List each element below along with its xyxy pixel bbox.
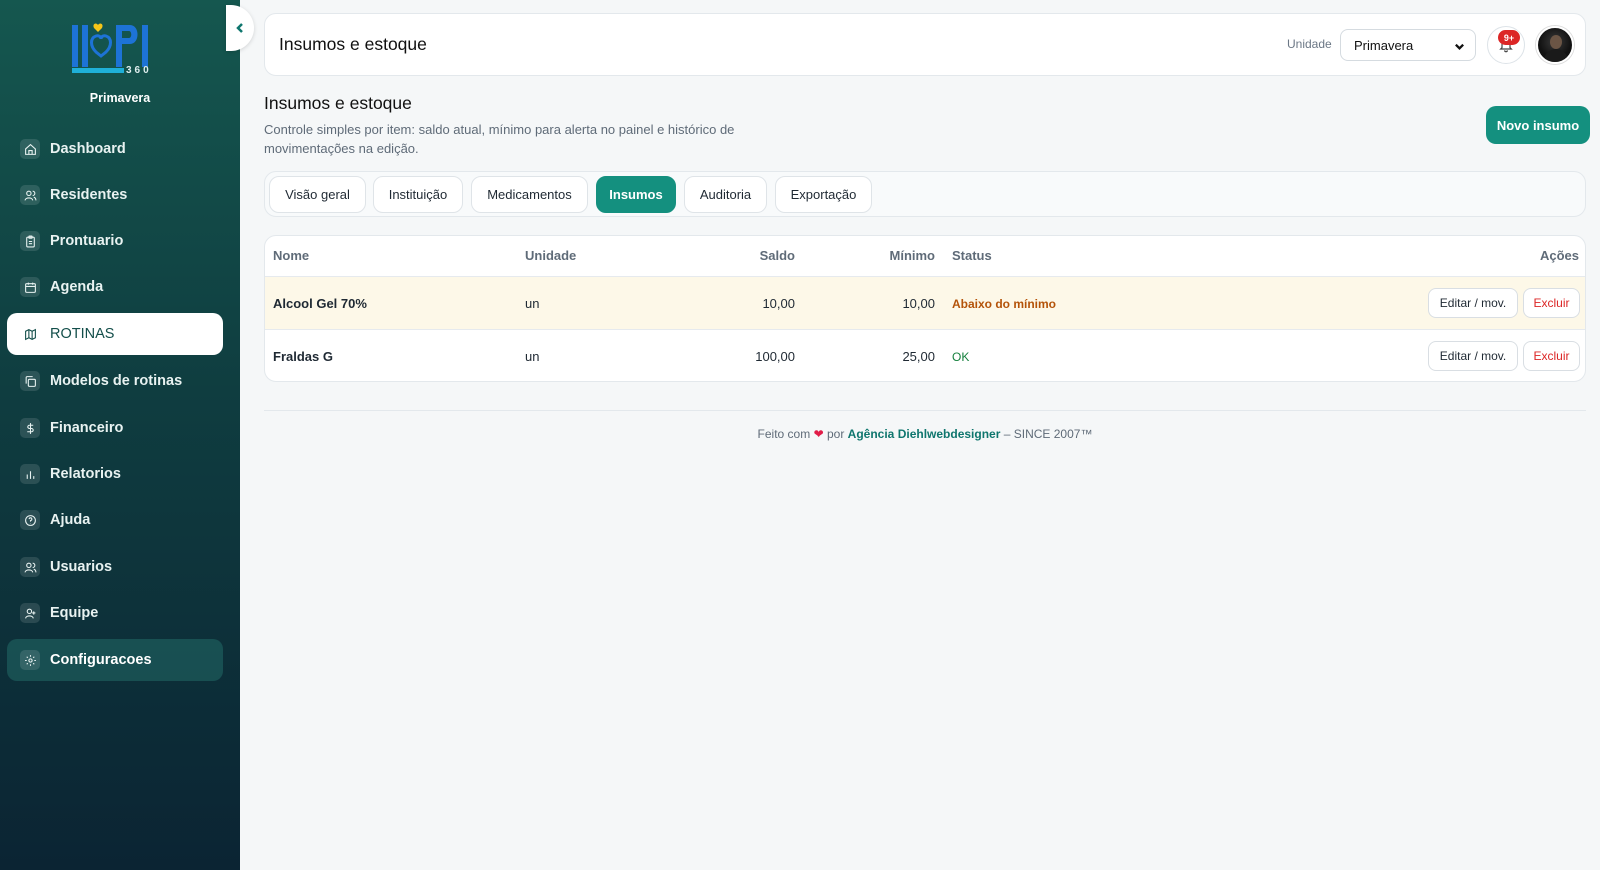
sidebar-item-label: Ajuda — [50, 512, 91, 528]
user-avatar[interactable] — [1536, 26, 1574, 64]
sidebar-item-label: Usuarios — [50, 559, 113, 575]
sidebar-item-label: Dashboard — [50, 141, 126, 157]
column-header-minimo: Mínimo — [889, 248, 936, 263]
edit-movement-button[interactable]: Editar / mov. — [1428, 341, 1518, 371]
tab-medicamentos[interactable]: Medicamentos — [471, 176, 588, 213]
sidebar-item-label: ROTINAS — [50, 326, 115, 342]
supplies-table: Nome Unidade Saldo Mínimo Status Ações A… — [264, 235, 1586, 382]
page-title: Insumos e estoque — [264, 93, 412, 113]
footer-agency-link[interactable]: Agência Diehlwebdesigner — [848, 427, 1001, 441]
cell-nome: Alcool Gel 70% — [273, 296, 367, 311]
sidebar-item-prontuario[interactable]: Prontuario — [7, 220, 223, 262]
cell-unidade: un — [525, 296, 540, 311]
cell-saldo: 100,00 — [755, 349, 795, 364]
logo-digits: 360 — [126, 65, 152, 76]
sidebar-item-usuarios[interactable]: Usuarios — [7, 546, 223, 588]
sidebar-collapse-button[interactable] — [226, 5, 254, 51]
copy-icon — [20, 371, 40, 391]
cell-saldo: 10,00 — [762, 296, 795, 311]
column-header-status: Status — [952, 248, 992, 263]
users-icon — [20, 185, 40, 205]
clipboard-icon — [20, 231, 40, 251]
sidebar-item-label: Modelos de rotinas — [50, 373, 183, 389]
sidebar-item-label: Prontuario — [50, 233, 124, 249]
chevron-down-icon — [1454, 40, 1465, 55]
tab-insumos[interactable]: Insumos — [596, 176, 676, 213]
column-header-unidade: Unidade — [525, 248, 577, 263]
sidebar-item-modelos-de-rotinas[interactable]: Modelos de rotinas — [7, 360, 223, 402]
header-title: Insumos e estoque — [279, 34, 427, 54]
edit-movement-button[interactable]: Editar / mov. — [1428, 288, 1518, 318]
footer-divider — [264, 410, 1586, 411]
sidebar-item-equipe[interactable]: Equipe — [7, 592, 223, 634]
delete-button[interactable]: Excluir — [1523, 341, 1580, 371]
cell-minimo: 25,00 — [902, 349, 935, 364]
column-header-saldo: Saldo — [759, 248, 795, 263]
sidebar-item-dashboard[interactable]: Dashboard — [7, 128, 223, 170]
tab-auditoria[interactable]: Auditoria — [684, 176, 767, 213]
cell-nome: Fraldas G — [273, 349, 333, 364]
calendar-icon — [20, 277, 40, 297]
section-tabs: Visão geral Instituição Medicamentos Ins… — [264, 171, 1586, 217]
status-badge: Abaixo do mínimo — [952, 297, 1057, 311]
sidebar-item-relatorios[interactable]: Relatorios — [7, 453, 223, 495]
sidebar-item-residentes[interactable]: Residentes — [7, 174, 223, 216]
footer-prefix: Feito com — [757, 427, 811, 441]
footer-suffix: – SINCE 2007™ — [1003, 427, 1093, 441]
tab-exportacao[interactable]: Exportação — [775, 176, 872, 213]
team-icon — [20, 603, 40, 623]
sidebar: 360 Primavera Dashboard Residentes Pront… — [0, 0, 240, 870]
status-badge: OK — [952, 350, 970, 364]
column-header-acoes: Ações — [1539, 248, 1579, 263]
home-icon — [20, 139, 40, 159]
cell-unidade: un — [525, 349, 540, 364]
delete-button[interactable]: Excluir — [1523, 288, 1580, 318]
unit-select[interactable]: Primavera — [1340, 29, 1476, 61]
bar-chart-icon — [20, 464, 40, 484]
sidebar-item-label: Relatorios — [50, 466, 121, 482]
chevron-left-icon — [236, 23, 243, 33]
sidebar-item-ajuda[interactable]: Ajuda — [7, 499, 223, 541]
users-icon — [20, 557, 40, 577]
heart-icon: ❤ — [813, 427, 824, 441]
footer: Feito com ❤ por Agência Diehlwebdesigner… — [264, 427, 1586, 441]
cell-minimo: 10,00 — [902, 296, 935, 311]
page-description: Controle simples por item: saldo atual, … — [264, 122, 735, 156]
tab-instituicao[interactable]: Instituição — [373, 176, 463, 213]
sidebar-item-configuracoes[interactable]: Configuracoes — [7, 639, 223, 681]
unit-select-value: Primavera — [1354, 37, 1414, 53]
sidebar-item-label: Financeiro — [50, 420, 124, 436]
tab-visao-geral[interactable]: Visão geral — [269, 176, 366, 213]
footer-by: por — [826, 427, 845, 441]
settings-icon — [20, 650, 40, 670]
notification-badge: 9+ — [1498, 30, 1520, 45]
top-header: Insumos e estoque Unidade Primavera 9+ — [264, 13, 1586, 76]
unit-label: Unidade — [1287, 37, 1332, 51]
sidebar-item-label: Configuracoes — [50, 652, 152, 668]
table-row: Alcool Gel 70% un 10,00 10,00 Abaixo do … — [265, 276, 1585, 329]
dollar-icon — [20, 418, 40, 438]
column-header-nome: Nome — [273, 248, 310, 263]
new-supply-button[interactable]: Novo insumo — [1486, 106, 1590, 144]
sidebar-item-label: Equipe — [50, 605, 99, 621]
sidebar-item-label: Residentes — [50, 187, 128, 203]
sidebar-item-financeiro[interactable]: Financeiro — [7, 407, 223, 449]
sidebar-item-agenda[interactable]: Agenda — [7, 266, 223, 308]
table-row: Fraldas G un 100,00 25,00 OK Editar / mo… — [265, 329, 1585, 381]
sidebar-item-label: Agenda — [50, 279, 104, 295]
sidebar-unit-name: Primavera — [89, 91, 151, 105]
map-icon — [20, 324, 40, 344]
sidebar-item-rotinas[interactable]: ROTINAS — [7, 313, 223, 355]
help-icon — [20, 510, 40, 530]
